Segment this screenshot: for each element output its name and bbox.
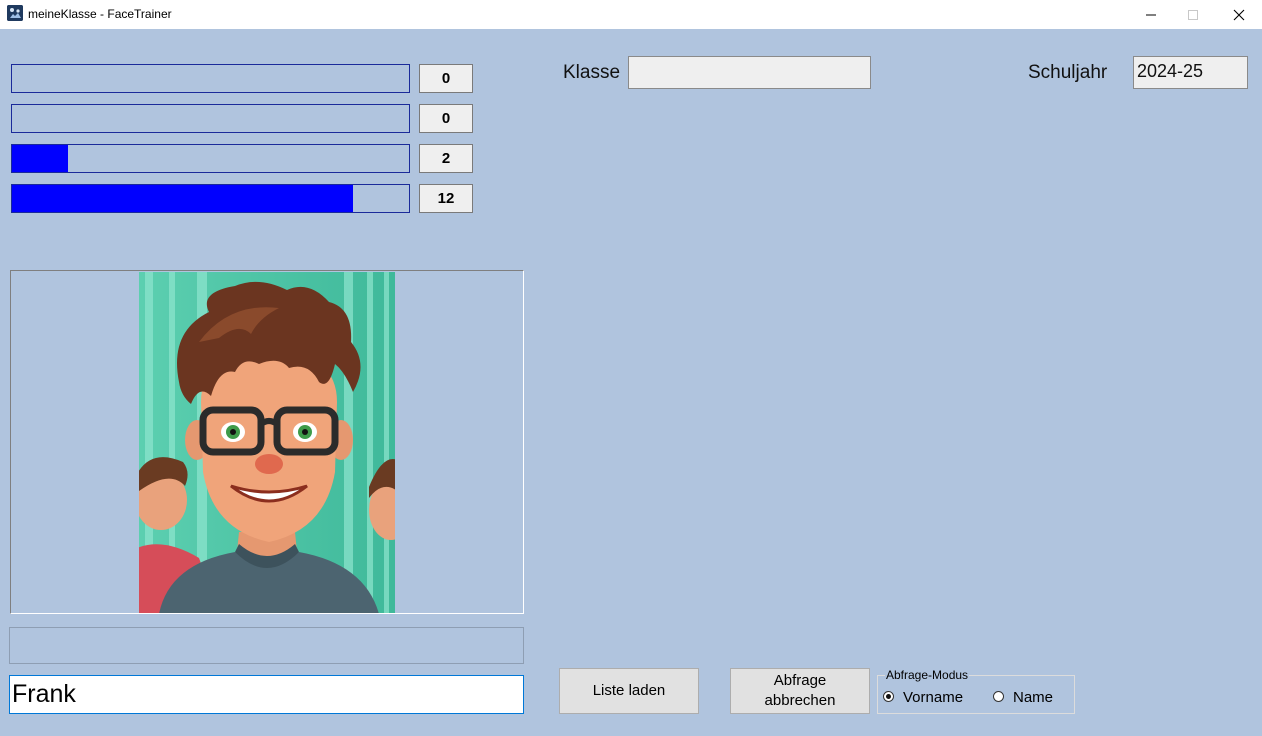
close-button[interactable] (1216, 0, 1262, 29)
progress-bar-4 (11, 184, 410, 213)
count-box-1: 0 (419, 64, 473, 93)
load-list-button[interactable]: Liste laden (559, 668, 699, 714)
feedback-box (9, 627, 524, 664)
cancel-quiz-label-line1: Abfrage (773, 672, 827, 689)
klasse-field[interactable] (628, 56, 871, 89)
count-box-2: 0 (419, 104, 473, 133)
radio-name-label[interactable]: Name (1013, 689, 1053, 706)
app-icon (7, 5, 23, 21)
name-answer-input[interactable] (9, 675, 524, 714)
student-photo (139, 272, 395, 613)
cancel-quiz-button[interactable]: Abfrage abbrechen (730, 668, 870, 714)
progress-bar-1 (11, 64, 410, 93)
count-box-3: 2 (419, 144, 473, 173)
progress-bar-3 (11, 144, 410, 173)
window-title: meineKlasse - FaceTrainer (28, 7, 172, 21)
cancel-quiz-label-line2: abbrechen (764, 692, 836, 709)
student-photo-frame (10, 270, 524, 614)
progress-bar-2 (11, 104, 410, 133)
minimize-button[interactable] (1128, 0, 1174, 29)
quiz-mode-legend: Abfrage-Modus (885, 668, 970, 682)
close-icon (1233, 9, 1245, 20)
klasse-label: Klasse (563, 62, 621, 83)
maximize-button[interactable] (1170, 0, 1216, 29)
maximize-icon (1188, 9, 1198, 20)
schuljahr-field[interactable]: 2024-25 (1133, 56, 1248, 89)
radio-name[interactable] (993, 691, 1004, 702)
schuljahr-label: Schuljahr (1028, 62, 1108, 83)
title-bar: meineKlasse - FaceTrainer (0, 0, 1262, 29)
count-box-4: 12 (419, 184, 473, 213)
minimize-icon (1146, 14, 1156, 15)
progress-fill-4 (12, 185, 354, 212)
radio-vorname[interactable] (883, 691, 894, 702)
progress-fill-3 (12, 145, 68, 172)
radio-vorname-label[interactable]: Vorname (903, 689, 963, 706)
